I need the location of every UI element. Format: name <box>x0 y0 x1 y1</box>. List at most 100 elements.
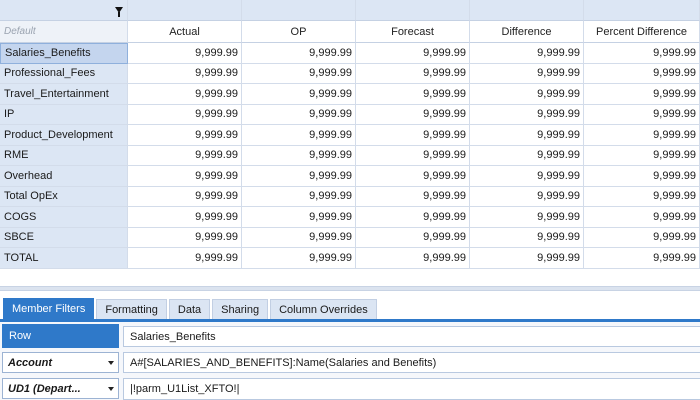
table-row[interactable]: RME 9,999.99 9,999.99 9,999.99 9,999.99 9,999… <box>0 145 700 166</box>
row-header[interactable]: IP <box>0 104 128 125</box>
table-cell[interactable]: 9,999.99 <box>470 207 584 228</box>
table-cell[interactable]: 9,999.99 <box>242 63 356 84</box>
row-header[interactable]: Travel_Entertainment <box>0 84 128 105</box>
table-cell[interactable]: 9,999.99 <box>356 145 470 166</box>
table-cell[interactable]: 9,999.99 <box>470 248 584 269</box>
table-cell[interactable]: 9,999.99 <box>470 166 584 187</box>
table-cell[interactable]: 9,999.99 <box>584 166 700 187</box>
row-header[interactable]: Total OpEx <box>0 186 128 207</box>
table-cell[interactable]: 9,999.99 <box>584 186 700 207</box>
row-header[interactable]: SBCE <box>0 227 128 248</box>
table-row[interactable]: Total OpEx 9,999.99 9,999.99 9,999.99 9,999.… <box>0 186 700 207</box>
row-header[interactable]: TOTAL <box>0 248 128 269</box>
table-cell[interactable]: 9,999.99 <box>356 43 470 64</box>
column-filter-cell[interactable] <box>128 0 242 21</box>
table-row[interactable]: Salaries_Benefits 9,999.99 9,999.99 9,999.9… <box>0 43 700 64</box>
table-row[interactable]: Overhead 9,999.99 9,999.99 9,999.99 9,999.99… <box>0 166 700 187</box>
row-header[interactable]: Professional_Fees <box>0 63 128 84</box>
table-cell[interactable]: 9,999.99 <box>242 207 356 228</box>
table-cell[interactable]: 9,999.99 <box>242 248 356 269</box>
table-cell[interactable]: 9,999.99 <box>470 43 584 64</box>
table-cell[interactable]: 9,999.99 <box>584 125 700 146</box>
column-header-percent-difference[interactable]: Percent Difference <box>584 21 700 43</box>
table-row[interactable]: IP 9,999.99 9,999.99 9,999.99 9,999.99 9,999.… <box>0 104 700 125</box>
column-filter-cell[interactable] <box>584 0 700 21</box>
table-cell[interactable]: 9,999.99 <box>356 125 470 146</box>
table-cell[interactable]: 9,999.99 <box>470 84 584 105</box>
tab-data[interactable]: Data <box>168 299 211 319</box>
table-cell[interactable]: 9,999.99 <box>470 186 584 207</box>
table-cell[interactable]: 9,999.99 <box>584 104 700 125</box>
table-cell[interactable]: 9,999.99 <box>128 207 242 228</box>
table-cell[interactable]: 9,999.99 <box>128 145 242 166</box>
table-cell[interactable]: 9,999.99 <box>242 186 356 207</box>
column-filter-cell[interactable] <box>356 0 470 21</box>
table-row[interactable]: SBCE 9,999.99 9,999.99 9,999.99 9,999.99 9,99… <box>0 227 700 248</box>
table-row[interactable]: Product_Development 9,999.99 9,999.99 9,999… <box>0 125 700 146</box>
table-cell[interactable]: 9,999.99 <box>356 104 470 125</box>
row-header[interactable]: Overhead <box>0 166 128 187</box>
table-cell[interactable]: 9,999.99 <box>128 63 242 84</box>
table-cell[interactable]: 9,999.99 <box>356 166 470 187</box>
table-cell[interactable]: 9,999.99 <box>584 145 700 166</box>
table-cell[interactable]: 9,999.99 <box>128 248 242 269</box>
column-filter-cell[interactable] <box>470 0 584 21</box>
table-cell[interactable]: 9,999.99 <box>584 207 700 228</box>
table-cell[interactable]: 9,999.99 <box>356 63 470 84</box>
column-header-op[interactable]: OP <box>242 21 356 43</box>
table-cell[interactable]: 9,999.99 <box>356 248 470 269</box>
table-row[interactable]: Professional_Fees 9,999.99 9,999.99 9,999.9… <box>0 63 700 84</box>
table-cell[interactable]: 9,999.99 <box>356 227 470 248</box>
tab-column-overrides[interactable]: Column Overrides <box>270 299 377 319</box>
table-cell[interactable]: 9,999.99 <box>470 227 584 248</box>
table-cell[interactable]: 9,999.99 <box>470 145 584 166</box>
table-cell[interactable]: 9,999.99 <box>242 43 356 64</box>
table-cell[interactable]: 9,999.99 <box>470 63 584 84</box>
row-header[interactable]: RME <box>0 145 128 166</box>
ud1-dimension-dropdown[interactable]: UD1 (Depart... <box>2 378 119 399</box>
panel-splitter[interactable] <box>0 286 700 291</box>
table-row[interactable]: TOTAL 9,999.99 9,999.99 9,999.99 9,999.99 9,9… <box>0 248 700 269</box>
table-cell[interactable]: 9,999.99 <box>242 84 356 105</box>
column-header-actual[interactable]: Actual <box>128 21 242 43</box>
tab-sharing[interactable]: Sharing <box>212 299 269 319</box>
table-cell[interactable]: 9,999.99 <box>242 166 356 187</box>
table-row[interactable]: Travel_Entertainment 9,999.99 9,999.99 9,99… <box>0 84 700 105</box>
filter-icon[interactable] <box>115 7 123 17</box>
column-header-difference[interactable]: Difference <box>470 21 584 43</box>
table-cell[interactable]: 9,999.99 <box>128 166 242 187</box>
table-cell[interactable]: 9,999.99 <box>356 186 470 207</box>
table-cell[interactable]: 9,999.99 <box>470 125 584 146</box>
table-cell[interactable]: 9,999.99 <box>584 43 700 64</box>
ud1-filter-field[interactable]: |!parm_U1List_XFTO!| <box>123 378 700 400</box>
tab-formatting[interactable]: Formatting <box>96 299 167 319</box>
table-cell[interactable]: 9,999.99 <box>242 104 356 125</box>
table-cell[interactable]: 9,999.99 <box>242 227 356 248</box>
table-cell[interactable]: 9,999.99 <box>470 104 584 125</box>
account-filter-field[interactable]: A#[SALARIES_AND_BENEFITS]:Name(Salaries … <box>123 352 700 373</box>
table-cell[interactable]: 9,999.99 <box>584 248 700 269</box>
column-filter-cell[interactable] <box>242 0 356 21</box>
table-cell[interactable]: 9,999.99 <box>128 104 242 125</box>
table-cell[interactable]: 9,999.99 <box>242 145 356 166</box>
row-header[interactable]: COGS <box>0 207 128 228</box>
table-cell[interactable]: 9,999.99 <box>356 207 470 228</box>
row-header-filter-cell[interactable] <box>0 0 128 21</box>
table-cell[interactable]: 9,999.99 <box>128 186 242 207</box>
row-header[interactable]: Product_Development <box>0 125 128 146</box>
table-cell[interactable]: 9,999.99 <box>356 84 470 105</box>
table-cell[interactable]: 9,999.99 <box>128 227 242 248</box>
row-value-field[interactable]: Salaries_Benefits <box>123 326 700 347</box>
column-header-forecast[interactable]: Forecast <box>356 21 470 43</box>
table-cell[interactable]: 9,999.99 <box>128 125 242 146</box>
table-cell[interactable]: 9,999.99 <box>242 125 356 146</box>
table-cell[interactable]: 9,999.99 <box>128 84 242 105</box>
table-cell[interactable]: 9,999.99 <box>584 63 700 84</box>
table-cell[interactable]: 9,999.99 <box>128 43 242 64</box>
table-cell[interactable]: 9,999.99 <box>584 84 700 105</box>
account-dimension-dropdown[interactable]: Account <box>2 352 119 373</box>
table-cell[interactable]: 9,999.99 <box>584 227 700 248</box>
row-header[interactable]: Salaries_Benefits <box>0 43 128 64</box>
table-row[interactable]: COGS 9,999.99 9,999.99 9,999.99 9,999.99 9,99… <box>0 207 700 228</box>
tab-member-filters[interactable]: Member Filters <box>3 298 95 319</box>
